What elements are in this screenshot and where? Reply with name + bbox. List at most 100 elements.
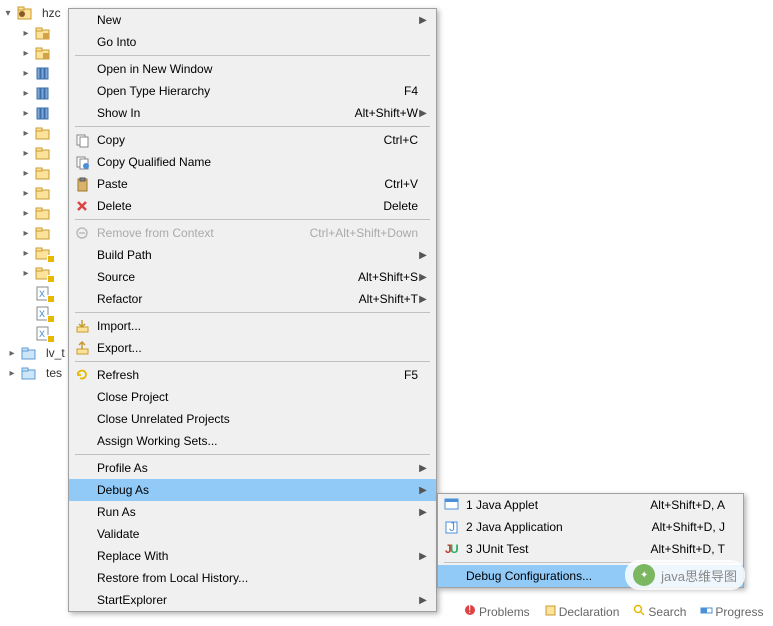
progress-icon	[700, 604, 713, 620]
context-menu-item-paste[interactable]: PasteCtrl+V	[69, 173, 436, 195]
blank-icon	[73, 433, 91, 449]
expand-icon[interactable]: ▸	[6, 348, 18, 359]
context-menu-item-source[interactable]: SourceAlt+Shift+S▶	[69, 266, 436, 288]
context-menu-item-startexplorer[interactable]: StartExplorer▶	[69, 589, 436, 611]
fld-icon	[34, 205, 52, 221]
expand-icon[interactable]: ▸	[20, 48, 32, 59]
expand-icon[interactable]: ▸	[20, 168, 32, 179]
context-menu-item-profile-as[interactable]: Profile As▶	[69, 457, 436, 479]
fld-icon	[34, 145, 52, 161]
debug-submenu-item-1-java-applet[interactable]: 1 Java Applet Alt+Shift+D, A	[438, 494, 743, 516]
tree-item-lv[interactable]: ▸ lv_t	[0, 343, 70, 363]
context-menu-item-debug-as[interactable]: Debug As▶	[69, 479, 436, 501]
applet-icon	[442, 497, 460, 513]
context-menu-item-run-as[interactable]: Run As▶	[69, 501, 436, 523]
tree-item[interactable]: ▸	[0, 223, 70, 243]
expand-icon[interactable]: ▸	[20, 188, 32, 199]
project-tree: ▾ hzc ▸▸▸▸▸▸▸▸▸▸▸▸▸xxx ▸ lv_t ▸ tes	[0, 3, 70, 383]
menu-label: Refresh	[97, 368, 392, 382]
decl-icon	[544, 604, 557, 620]
tree-item[interactable]: x	[0, 323, 70, 343]
menu-shortcut: Alt+Shift+D, A	[650, 498, 725, 512]
menu-shortcut: Alt+Shift+S	[358, 270, 418, 284]
tab-problems[interactable]: !Problems	[460, 602, 534, 622]
context-menu-item-replace-with[interactable]: Replace With▶	[69, 545, 436, 567]
context-menu-item-close-project[interactable]: Close Project	[69, 386, 436, 408]
search-icon	[633, 604, 646, 620]
context-menu-item-import[interactable]: Import...	[69, 315, 436, 337]
expand-icon[interactable]: ▸	[20, 28, 32, 39]
refresh-icon	[73, 367, 91, 383]
tab-label: Search	[648, 605, 686, 619]
tab-label: Problems	[479, 605, 530, 619]
tree-item[interactable]: ▸	[0, 183, 70, 203]
tree-item[interactable]: x	[0, 303, 70, 323]
expand-icon[interactable]: ▸	[20, 148, 32, 159]
context-menu-item-copy-qualified-name[interactable]: Copy Qualified Name	[69, 151, 436, 173]
context-menu-item-restore-from-local-history[interactable]: Restore from Local History...	[69, 567, 436, 589]
tree-item[interactable]: ▸	[0, 103, 70, 123]
fld-icon	[34, 185, 52, 201]
expand-icon[interactable]: ▸	[20, 68, 32, 79]
tree-root[interactable]: ▾ hzc	[0, 3, 70, 23]
context-menu-item-open-type-hierarchy[interactable]: Open Type HierarchyF4	[69, 80, 436, 102]
debug-submenu-item-3-junit-test[interactable]: JU3 JUnit TestAlt+Shift+D, T	[438, 538, 743, 560]
context-menu-item-export[interactable]: Export...	[69, 337, 436, 359]
menu-label: Paste	[97, 177, 372, 191]
context-menu-item-remove-from-context: Remove from ContextCtrl+Alt+Shift+Down	[69, 222, 436, 244]
tab-progress[interactable]: Progress	[696, 602, 767, 622]
context-menu-item-assign-working-sets[interactable]: Assign Working Sets...	[69, 430, 436, 452]
blank-icon	[73, 460, 91, 476]
context-menu-item-validate[interactable]: Validate	[69, 523, 436, 545]
tree-item[interactable]: ▸	[0, 243, 70, 263]
context-menu-item-open-in-new-window[interactable]: Open in New Window	[69, 58, 436, 80]
debug-submenu-item-2-java-application[interactable]: J2 Java ApplicationAlt+Shift+D, J	[438, 516, 743, 538]
tree-item[interactable]: ▸	[0, 143, 70, 163]
menu-label: Assign Working Sets...	[97, 434, 418, 448]
tree-item[interactable]: ▸	[0, 203, 70, 223]
expand-icon[interactable]: ▸	[20, 228, 32, 239]
tab-declaration[interactable]: Declaration	[540, 602, 624, 622]
context-menu-item-refactor[interactable]: RefactorAlt+Shift+T▶	[69, 288, 436, 310]
expand-icon[interactable]: ▸	[20, 208, 32, 219]
menu-shortcut: F4	[404, 84, 418, 98]
context-menu-item-close-unrelated-projects[interactable]: Close Unrelated Projects	[69, 408, 436, 430]
expand-icon[interactable]: ▸	[20, 128, 32, 139]
expand-icon[interactable]: ▸	[20, 268, 32, 279]
context-menu-item-new[interactable]: New▶	[69, 9, 436, 31]
svg-text:U: U	[450, 542, 459, 556]
context-menu-item-copy[interactable]: CopyCtrl+C	[69, 129, 436, 151]
wechat-icon: ✦	[633, 564, 655, 586]
paste-icon	[73, 176, 91, 192]
blank-icon	[73, 389, 91, 405]
expand-icon[interactable]: ▸	[20, 88, 32, 99]
menu-shortcut: Ctrl+C	[384, 133, 418, 147]
tree-item[interactable]: ▸	[0, 263, 70, 283]
context-menu-item-refresh[interactable]: RefreshF5	[69, 364, 436, 386]
expand-icon[interactable]: ▾	[2, 8, 14, 19]
tree-item-tes[interactable]: ▸ tes	[0, 363, 70, 383]
tree-item[interactable]: ▸	[0, 23, 70, 43]
tree-item[interactable]: ▸	[0, 63, 70, 83]
menu-label: New	[97, 13, 418, 27]
tab-search[interactable]: Search	[629, 602, 690, 622]
context-menu-item-show-in[interactable]: Show InAlt+Shift+W▶	[69, 102, 436, 124]
tree-item[interactable]: x	[0, 283, 70, 303]
separator	[75, 55, 430, 56]
context-menu-item-go-into[interactable]: Go Into	[69, 31, 436, 53]
tree-item[interactable]: ▸	[0, 43, 70, 63]
tree-item[interactable]: ▸	[0, 83, 70, 103]
context-menu-item-build-path[interactable]: Build Path▶	[69, 244, 436, 266]
blank-icon	[73, 269, 91, 285]
submenu-arrow-icon: ▶	[418, 108, 428, 119]
menu-label: 1 Java Applet	[466, 498, 638, 512]
context-menu-item-delete[interactable]: DeleteDelete	[69, 195, 436, 217]
tree-item[interactable]: ▸	[0, 123, 70, 143]
blank-icon	[73, 247, 91, 263]
tree-item[interactable]: ▸	[0, 163, 70, 183]
expand-icon[interactable]: ▸	[20, 108, 32, 119]
blank-icon	[73, 105, 91, 121]
expand-icon[interactable]: ▸	[6, 368, 18, 379]
expand-icon[interactable]: ▸	[20, 248, 32, 259]
svg-text:x: x	[39, 286, 45, 300]
